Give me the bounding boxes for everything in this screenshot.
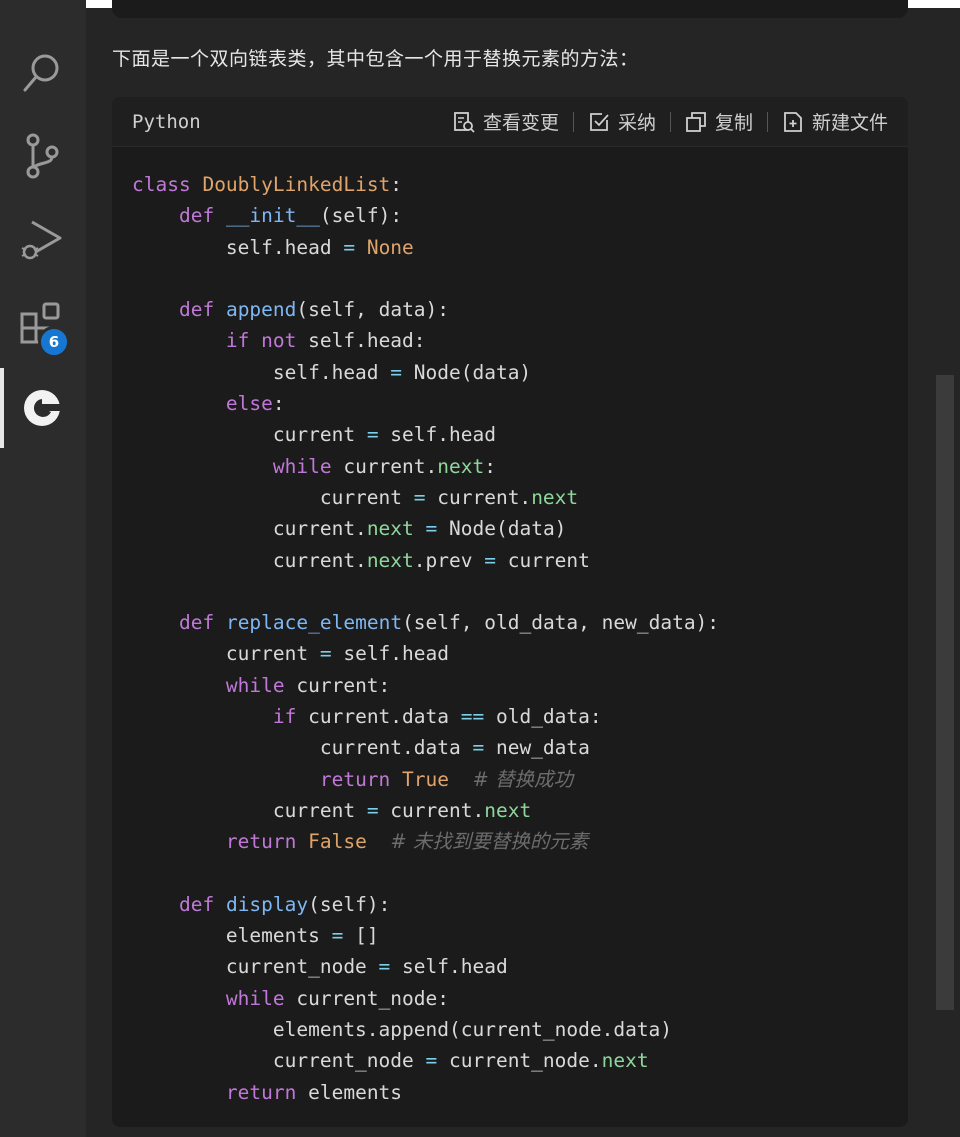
code-block: Python 查看变更 采纳 复制 新建文件 class DoublyLinke… (112, 97, 908, 1127)
previous-message-edge (112, 0, 908, 18)
activity-bar: 6 (0, 0, 86, 1137)
run-debug-icon (21, 220, 62, 260)
accept-button[interactable]: 采纳 (588, 108, 656, 135)
code-comment: # 未找到要替换的元素 (390, 830, 589, 854)
search-button[interactable] (16, 46, 68, 98)
code-actions: 查看变更 采纳 复制 新建文件 (453, 108, 888, 135)
accept-icon (590, 112, 609, 131)
copy-label: 复制 (714, 112, 753, 134)
new-file-icon (784, 111, 802, 132)
source-control-icon (26, 133, 59, 179)
divider (669, 111, 671, 132)
run-debug-button[interactable] (16, 214, 68, 266)
code-content[interactable]: class DoublyLinkedList: def __init__(sel… (112, 147, 908, 1108)
copy-button[interactable]: 复制 (685, 108, 753, 135)
active-indicator (0, 368, 4, 448)
code-language-label: Python (132, 110, 201, 133)
view-changes-icon (454, 111, 475, 133)
divider (572, 111, 574, 132)
view-changes-label: 查看变更 (482, 112, 559, 134)
extensions-badge: 6 (38, 326, 70, 358)
assistant-message-text: 下面是一个双向链表类，其中包含一个用于替换元素的方法： (112, 48, 639, 70)
scrollbar-thumb[interactable] (936, 375, 954, 1010)
assistant-button[interactable] (16, 382, 68, 434)
divider (766, 111, 768, 132)
new-file-label: 新建文件 (811, 112, 888, 134)
source-control-button[interactable] (16, 130, 68, 182)
view-changes-button[interactable]: 查看变更 (453, 108, 559, 135)
new-file-button[interactable]: 新建文件 (782, 108, 888, 135)
code-block-header: Python 查看变更 采纳 复制 新建文件 (112, 97, 908, 147)
code-comment: # 替换成功 (472, 767, 574, 791)
copy-icon (686, 111, 706, 132)
assistant-icon (24, 390, 60, 426)
search-icon (23, 54, 59, 92)
accept-label: 采纳 (617, 112, 656, 134)
